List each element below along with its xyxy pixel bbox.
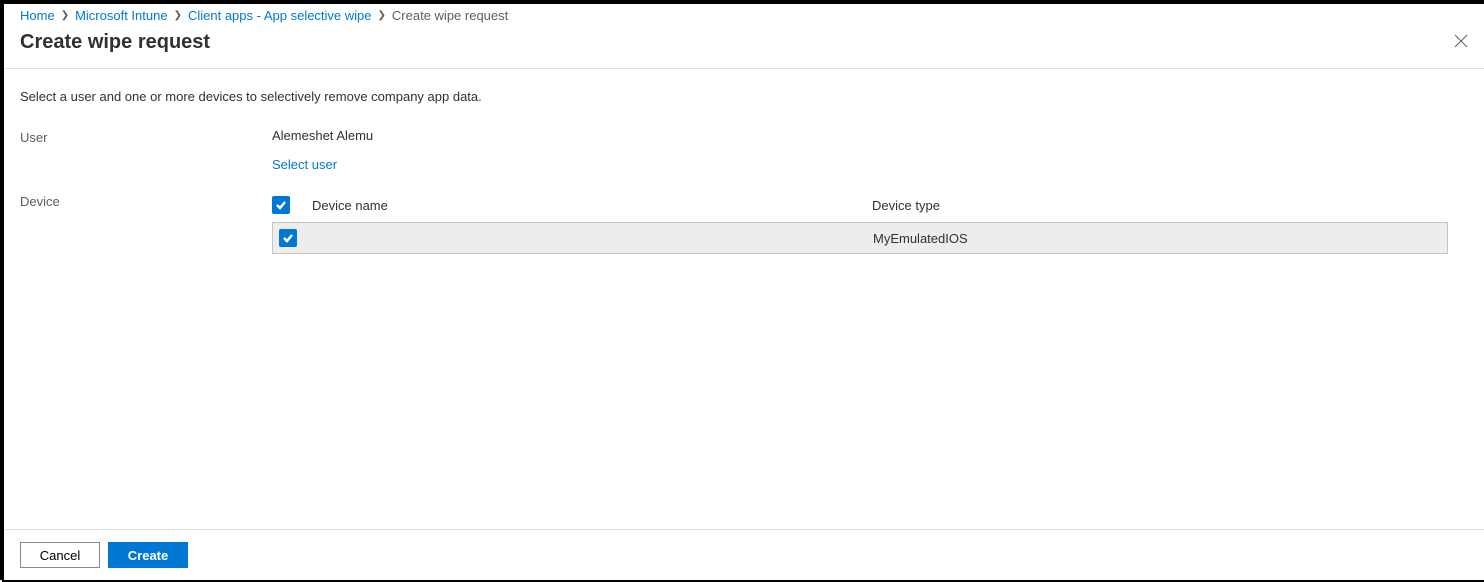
user-name: Alemeshet Alemu [272, 128, 1468, 143]
select-user-link[interactable]: Select user [272, 157, 337, 172]
close-icon [1454, 34, 1468, 48]
check-icon [282, 232, 294, 244]
check-icon [275, 199, 287, 211]
breadcrumb-home[interactable]: Home [20, 8, 55, 23]
breadcrumb-intune[interactable]: Microsoft Intune [75, 8, 168, 23]
breadcrumb: Home ❯ Microsoft Intune ❯ Client apps - … [4, 4, 1484, 27]
select-all-checkbox[interactable] [272, 196, 290, 214]
instruction-text: Select a user and one or more devices to… [20, 89, 1468, 104]
chevron-right-icon: ❯ [61, 10, 69, 21]
user-label: User [20, 128, 272, 145]
column-device-name[interactable]: Device name [312, 198, 872, 213]
footer: Cancel Create [4, 529, 1484, 580]
close-button[interactable] [1454, 34, 1468, 51]
chevron-right-icon: ❯ [174, 10, 182, 21]
device-label: Device [20, 192, 272, 209]
cancel-button[interactable]: Cancel [20, 542, 100, 568]
table-header: Device name Device type [272, 192, 1448, 222]
column-device-type[interactable]: Device type [872, 198, 1448, 213]
breadcrumb-current: Create wipe request [392, 8, 508, 23]
row-checkbox[interactable] [279, 229, 297, 247]
cell-device-type: MyEmulatedIOS [873, 231, 1447, 246]
breadcrumb-client-apps[interactable]: Client apps - App selective wipe [188, 8, 372, 23]
chevron-right-icon: ❯ [378, 10, 386, 21]
table-row[interactable]: MyEmulatedIOS [272, 222, 1448, 254]
page-title: Create wipe request [20, 31, 210, 54]
create-button[interactable]: Create [108, 542, 188, 568]
device-table: Device name Device type MyEmulatedIOS [272, 192, 1448, 254]
